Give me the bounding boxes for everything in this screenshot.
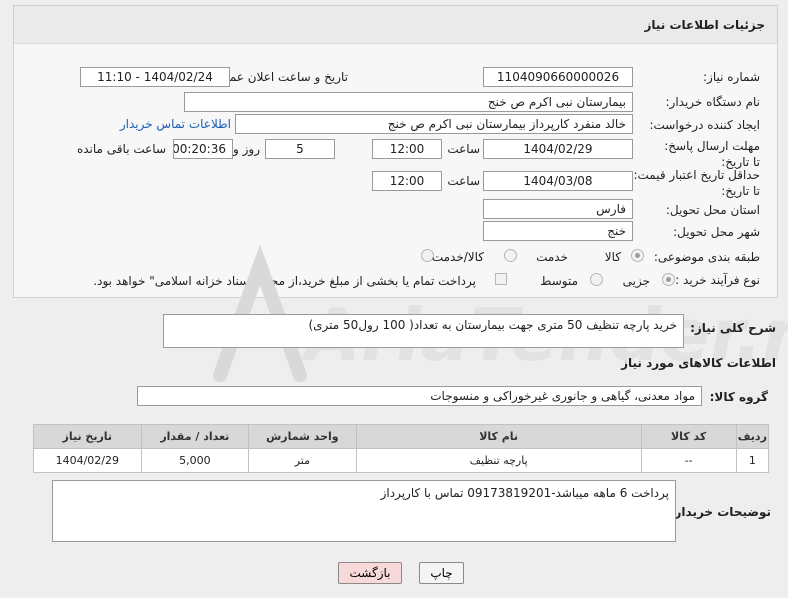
price-validity-label: حداقل تاریخ اعتبار قیمت: تا تاریخ: bbox=[633, 168, 760, 198]
buyer-notes-label: توضیحات خریدار: bbox=[669, 505, 771, 519]
goods-table: ردیف کد کالا نام کالا واحد شمارش تعداد /… bbox=[33, 424, 770, 473]
category-option-goods-service: کالا/خدمت bbox=[431, 250, 484, 264]
goods-group-field: مواد معدنی، گیاهی و جانوری غیرخوراکی و م… bbox=[137, 386, 702, 406]
goods-group-label: گروه کالا: bbox=[709, 390, 768, 404]
time-remaining-field: 00:20:36 bbox=[173, 139, 233, 159]
category-option-goods: کالا bbox=[604, 250, 621, 264]
buyer-contact-link[interactable]: اطلاعات تماس خریدار bbox=[120, 117, 231, 131]
deadline-time-field: 12:00 bbox=[372, 139, 442, 159]
creator-field: خالد منفرد کارپرداز بیمارستان نبی اکرم ص… bbox=[235, 114, 633, 134]
province-label: استان محل تحویل: bbox=[665, 203, 760, 217]
cell-unit: متر bbox=[248, 448, 357, 473]
cell-item-code: -- bbox=[640, 448, 737, 473]
buyer-notes-text: پرداخت 6 ماهه میباشد-09173819201 تماس با… bbox=[380, 486, 669, 500]
city-label: شهر محل تحویل: bbox=[673, 225, 760, 239]
province-field: فارس bbox=[483, 199, 633, 219]
print-button[interactable]: چاپ bbox=[419, 562, 464, 584]
days-label: روز و bbox=[233, 142, 260, 156]
treasury-payment-checkbox[interactable] bbox=[495, 273, 507, 285]
announce-datetime-field: 1404/02/24 - 11:10 bbox=[80, 67, 230, 87]
treasury-payment-note: پرداخت تمام یا بخشی از مبلغ خرید،از محل … bbox=[93, 274, 476, 288]
goods-section-title: اطلاعات کالاهای مورد نیاز bbox=[621, 356, 776, 370]
goods-table-header: ردیف کد کالا نام کالا واحد شمارش تعداد /… bbox=[33, 424, 770, 449]
cell-quantity: 5,000 bbox=[140, 448, 250, 473]
process-type-label: نوع فرآیند خرید : bbox=[675, 273, 760, 287]
city-field: خنج bbox=[483, 221, 633, 241]
col-quantity: تعداد / مقدار bbox=[140, 424, 250, 449]
need-number-label: شماره نیاز: bbox=[703, 70, 760, 84]
col-item-code: کد کالا bbox=[640, 424, 737, 449]
category-option-service: خدمت bbox=[536, 250, 568, 264]
deadline-date-field: 1404/02/29 bbox=[483, 139, 633, 159]
panel-header: جزئیات اطلاعات نیاز bbox=[14, 6, 777, 44]
col-unit: واحد شمارش bbox=[248, 424, 357, 449]
cell-need-date: 1404/02/29 bbox=[33, 448, 142, 473]
buyer-notes-textarea[interactable]: پرداخت 6 ماهه میباشد-09173819201 تماس با… bbox=[52, 480, 676, 542]
process-radio-medium[interactable] bbox=[590, 273, 603, 286]
price-hour-label: ساعت bbox=[447, 174, 480, 188]
process-option-minor: جزیی bbox=[622, 274, 650, 288]
days-remaining-field: 5 bbox=[265, 139, 335, 159]
buyer-org-label: نام دستگاه خریدار: bbox=[665, 95, 761, 109]
panel-title: جزئیات اطلاعات نیاز bbox=[644, 18, 765, 32]
creator-label: ایجاد کننده درخواست: bbox=[649, 118, 760, 132]
price-validity-date-field: 1404/03/08 bbox=[483, 171, 633, 191]
col-need-date: تاریخ نیاز bbox=[33, 424, 142, 449]
col-row-number: ردیف bbox=[735, 424, 770, 449]
price-validity-time-field: 12:00 bbox=[372, 171, 442, 191]
description-textarea[interactable]: خرید پارچه تنظیف 50 متری جهت بیمارستان ب… bbox=[163, 314, 684, 348]
table-row: 1 -- پارچه تنظیف متر 5,000 1404/02/29 bbox=[33, 448, 770, 473]
need-number-field: 1104090660000026 bbox=[483, 67, 633, 87]
category-radio-goods[interactable] bbox=[631, 249, 644, 262]
col-item-name: نام کالا bbox=[355, 424, 642, 449]
process-option-medium: متوسط bbox=[540, 274, 578, 288]
description-text: خرید پارچه تنظیف 50 متری جهت بیمارستان ب… bbox=[308, 318, 677, 332]
category-label: طبقه بندی موضوعی: bbox=[653, 250, 760, 264]
deadline-label: مهلت ارسال پاسخ: تا تاریخ: bbox=[664, 139, 760, 169]
cell-item-name: پارچه تنظیف bbox=[355, 448, 642, 473]
category-radio-service[interactable] bbox=[504, 249, 517, 262]
description-label: شرح کلی نیاز: bbox=[690, 321, 776, 335]
back-button[interactable]: بازگشت bbox=[338, 562, 402, 584]
time-remaining-label: ساعت باقی مانده bbox=[76, 142, 166, 156]
deadline-hour-label: ساعت bbox=[447, 142, 480, 156]
buyer-org-field: بیمارستان نبی اکرم ص خنج bbox=[184, 92, 633, 112]
process-radio-minor[interactable] bbox=[662, 273, 675, 286]
cell-row-number: 1 bbox=[735, 448, 770, 473]
